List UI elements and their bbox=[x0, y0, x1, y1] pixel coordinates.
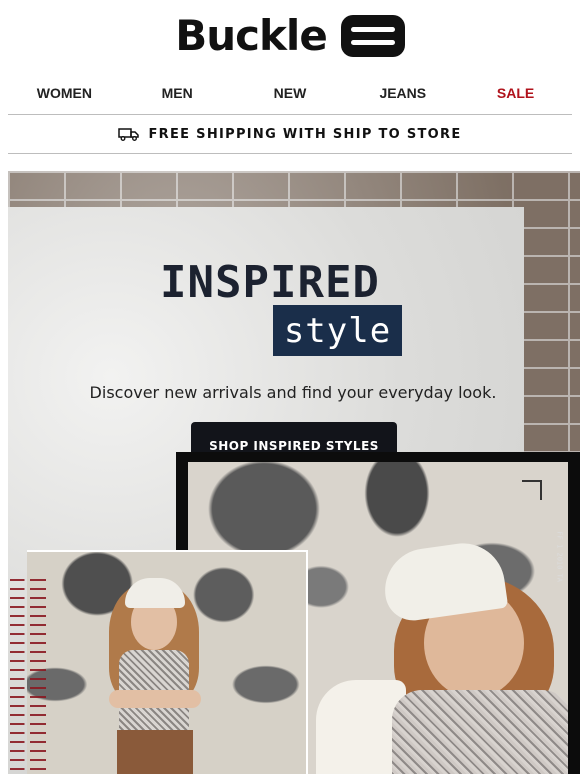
film-edge-text: FF 1 2010 TA bbox=[556, 531, 564, 582]
nav-item-new[interactable]: NEW bbox=[234, 85, 347, 101]
nav-item-women[interactable]: WOMEN bbox=[8, 85, 121, 101]
style-label-box: style bbox=[273, 305, 402, 356]
model-knit-top bbox=[392, 690, 568, 774]
nav-item-sale[interactable]: SALE bbox=[459, 85, 572, 101]
truck-icon bbox=[118, 128, 140, 141]
buckle-b-icon bbox=[340, 15, 405, 57]
main-nav: WOMEN MEN NEW JEANS SALE bbox=[0, 72, 580, 114]
hero-banner[interactable]: INSPIRED style Discover new arrivals and… bbox=[8, 171, 580, 774]
model-left-crossed-arms bbox=[109, 690, 201, 708]
logo-wordmark: Buckle bbox=[175, 11, 328, 60]
hero-tagline: Discover new arrivals and find your ever… bbox=[89, 383, 497, 402]
model-left-cap-icon bbox=[125, 578, 185, 608]
film-corner-mark bbox=[522, 480, 542, 500]
divider-bottom bbox=[8, 153, 572, 154]
shipping-text: FREE SHIPPING WITH SHIP TO STORE bbox=[148, 126, 462, 142]
hero-title: INSPIRED bbox=[160, 257, 380, 308]
model-photo-full[interactable] bbox=[27, 550, 308, 774]
red-scribble-decoration bbox=[10, 575, 46, 774]
shipping-banner[interactable]: FREE SHIPPING WITH SHIP TO STORE bbox=[0, 115, 580, 153]
model-left-pants bbox=[117, 730, 193, 774]
nav-item-men[interactable]: MEN bbox=[121, 85, 234, 101]
email-header: Buckle bbox=[0, 0, 580, 72]
buckle-logo[interactable]: Buckle bbox=[175, 15, 405, 57]
nav-item-jeans[interactable]: JEANS bbox=[346, 85, 459, 101]
hero-subtitle: style bbox=[283, 310, 392, 351]
